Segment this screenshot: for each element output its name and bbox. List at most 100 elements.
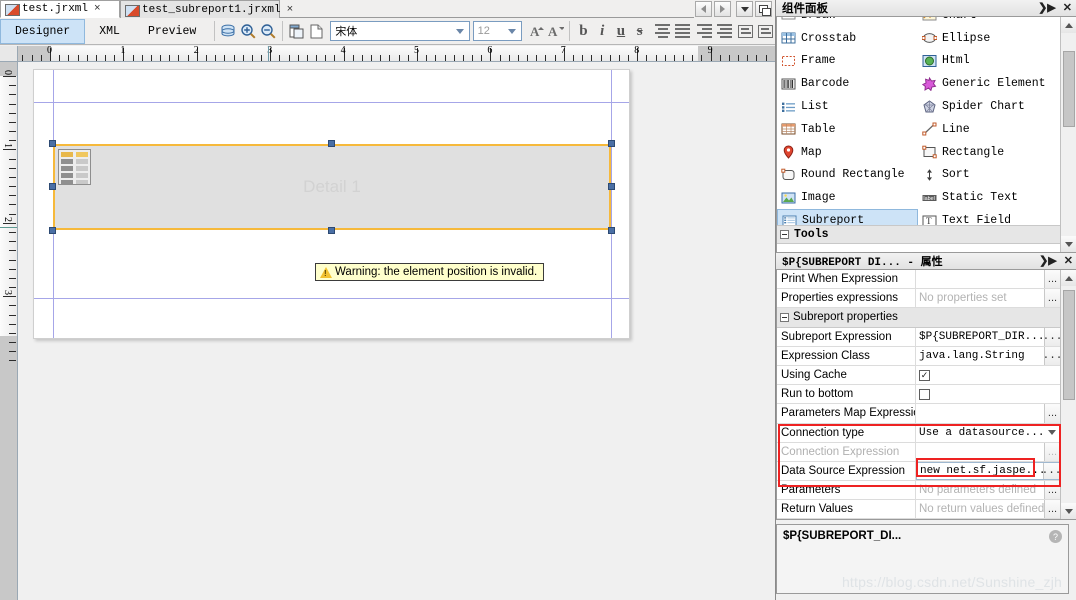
resize-handle-nw[interactable]: [49, 140, 56, 147]
checkbox[interactable]: ✓: [919, 369, 930, 381]
palette-minimize-icon[interactable]: ❯▶: [1038, 2, 1056, 14]
tab-list-dropdown-button[interactable]: [736, 1, 753, 17]
property-editor-button[interactable]: ...: [1044, 442, 1060, 461]
palette-item-table[interactable]: Table: [777, 118, 918, 141]
align-justify-button[interactable]: [712, 20, 732, 42]
palette-item-html[interactable]: Html: [918, 50, 1059, 73]
align-right-button[interactable]: [692, 20, 713, 42]
palette-item-sort[interactable]: Sort: [918, 164, 1059, 187]
scroll-up-button[interactable]: [1061, 270, 1076, 286]
palette-item-list[interactable]: List: [777, 95, 918, 118]
property-value-run-to-bottom[interactable]: [916, 385, 1060, 404]
page-format-icon[interactable]: [307, 20, 327, 42]
resize-handle-ne[interactable]: [608, 140, 615, 147]
detail-band[interactable]: Detail 1: [53, 144, 611, 230]
property-editor-button[interactable]: ...: [1044, 270, 1060, 289]
property-editor-button[interactable]: ...: [1043, 346, 1060, 365]
font-family-select[interactable]: 宋体: [330, 21, 470, 41]
palette-item-spider-chart[interactable]: Spider Chart: [918, 95, 1059, 118]
collapse-icon[interactable]: [780, 312, 789, 322]
design-canvas[interactable]: Detail 1 ! Warning: the element position…: [19, 63, 775, 600]
resize-handle-e[interactable]: [608, 183, 615, 190]
scroll-up-button[interactable]: [1061, 17, 1076, 33]
palette-item-frame[interactable]: Frame: [777, 50, 918, 73]
align-center-button[interactable]: [673, 20, 693, 42]
document-tab-test-jrxml[interactable]: test.jrxml ×: [0, 0, 120, 18]
property-editor-button[interactable]: ...: [1044, 500, 1060, 519]
valign-top-button[interactable]: [736, 20, 756, 42]
tab-scroll-left-button[interactable]: [695, 1, 712, 17]
property-editor-button[interactable]: ...: [1044, 289, 1060, 308]
scrollbar-thumb[interactable]: [1063, 290, 1075, 400]
component-palette[interactable]: Break Chart Crosstab Ellipse Frame Html Barcod…: [776, 17, 1076, 253]
underline-button[interactable]: u: [612, 20, 631, 42]
tab-designer[interactable]: Designer: [0, 18, 86, 44]
report-page[interactable]: Detail 1: [33, 69, 630, 339]
subreport-element[interactable]: [58, 149, 91, 185]
palette-close-icon[interactable]: ✕: [1063, 2, 1072, 14]
italic-button[interactable]: i: [593, 20, 612, 42]
property-group-subreport-properties[interactable]: Subreport properties: [777, 308, 1060, 328]
decrease-font-size-button[interactable]: A: [546, 20, 565, 42]
maximize-editor-button[interactable]: [755, 1, 772, 17]
palette-item-crosstab[interactable]: Crosstab: [777, 27, 918, 50]
resize-handle-se[interactable]: [608, 227, 615, 234]
palette-item-generic-element[interactable]: Generic Element: [918, 72, 1059, 95]
properties-table[interactable]: Print When Expression... Properties expre…: [776, 270, 1076, 520]
tab-xml[interactable]: XML: [85, 19, 134, 44]
palette-item-rectangle[interactable]: Rectangle: [918, 141, 1059, 164]
help-icon[interactable]: ?: [1049, 530, 1062, 543]
bold-button[interactable]: b: [574, 20, 593, 42]
scroll-down-button[interactable]: [1061, 236, 1076, 252]
document-tab-close-icon[interactable]: ×: [92, 3, 101, 15]
property-value-subreport-expression[interactable]: $P{SUBREPORT_DIR......: [916, 327, 1060, 346]
property-value-connection-type[interactable]: Use a datasource...: [916, 423, 1060, 442]
collapse-icon[interactable]: [780, 230, 789, 239]
palette-section-tools[interactable]: Tools: [777, 225, 1060, 244]
resize-handle-w[interactable]: [49, 183, 56, 190]
font-size-select[interactable]: 12: [472, 21, 522, 41]
scroll-down-button[interactable]: [1061, 503, 1076, 519]
property-value-print-when-expression[interactable]: ...: [916, 270, 1060, 289]
document-tab-test-subreport1-jrxml[interactable]: test_subreport1.jrxml ×: [120, 0, 293, 18]
zoom-out-icon[interactable]: [258, 20, 278, 42]
property-value-properties-expressions[interactable]: No properties set...: [916, 289, 1060, 308]
properties-close-icon[interactable]: ✕: [1064, 255, 1073, 267]
zoom-in-icon[interactable]: [239, 20, 259, 42]
property-value-expression-class[interactable]: java.lang.String...: [916, 346, 1060, 365]
resize-handle-n[interactable]: [328, 140, 335, 147]
document-tab-close-icon[interactable]: ×: [285, 4, 294, 16]
palette-item-map[interactable]: Map: [777, 141, 918, 164]
properties-minimize-icon[interactable]: ❯▶: [1039, 255, 1057, 267]
valign-middle-button[interactable]: [755, 20, 775, 42]
report-properties-icon[interactable]: [287, 20, 307, 42]
database-icon[interactable]: [219, 20, 239, 42]
palette-item-image[interactable]: Image: [777, 186, 918, 209]
scrollbar-thumb[interactable]: [1063, 51, 1075, 127]
property-value-parameters-map-expression[interactable]: ...: [916, 404, 1060, 423]
tab-preview[interactable]: Preview: [134, 19, 210, 44]
resize-handle-sw[interactable]: [49, 227, 56, 234]
property-value-return-values[interactable]: No return values defined...: [916, 500, 1060, 519]
chevron-down-icon[interactable]: [1048, 430, 1056, 436]
palette-item-barcode[interactable]: Barcode: [777, 72, 918, 95]
property-editor-button[interactable]: ...: [1042, 462, 1059, 480]
strikethrough-button[interactable]: s: [630, 20, 649, 42]
property-editor-button[interactable]: ...: [1043, 327, 1060, 346]
property-value-data-source-expression[interactable]: new net.sf.jaspe......: [916, 461, 1060, 481]
palette-item-chart[interactable]: Chart: [918, 17, 1059, 27]
property-value-connection-expression[interactable]: ...: [916, 442, 1060, 461]
palette-scrollbar[interactable]: [1060, 17, 1076, 252]
palette-item-static-text[interactable]: label Static Text: [918, 186, 1059, 209]
palette-item-ellipse[interactable]: Ellipse: [918, 27, 1059, 50]
align-left-button[interactable]: [653, 20, 673, 42]
palette-item-line[interactable]: Line: [918, 118, 1059, 141]
increase-font-size-button[interactable]: A: [528, 20, 547, 42]
property-editor-button[interactable]: ...: [1044, 404, 1060, 423]
palette-item-round-rectangle[interactable]: Round Rectangle: [777, 164, 918, 187]
property-editor-button[interactable]: ...: [1044, 481, 1060, 500]
properties-scrollbar[interactable]: [1060, 270, 1076, 519]
checkbox[interactable]: [919, 388, 930, 400]
palette-item-break[interactable]: Break: [777, 17, 918, 27]
resize-handle-s[interactable]: [328, 227, 335, 234]
